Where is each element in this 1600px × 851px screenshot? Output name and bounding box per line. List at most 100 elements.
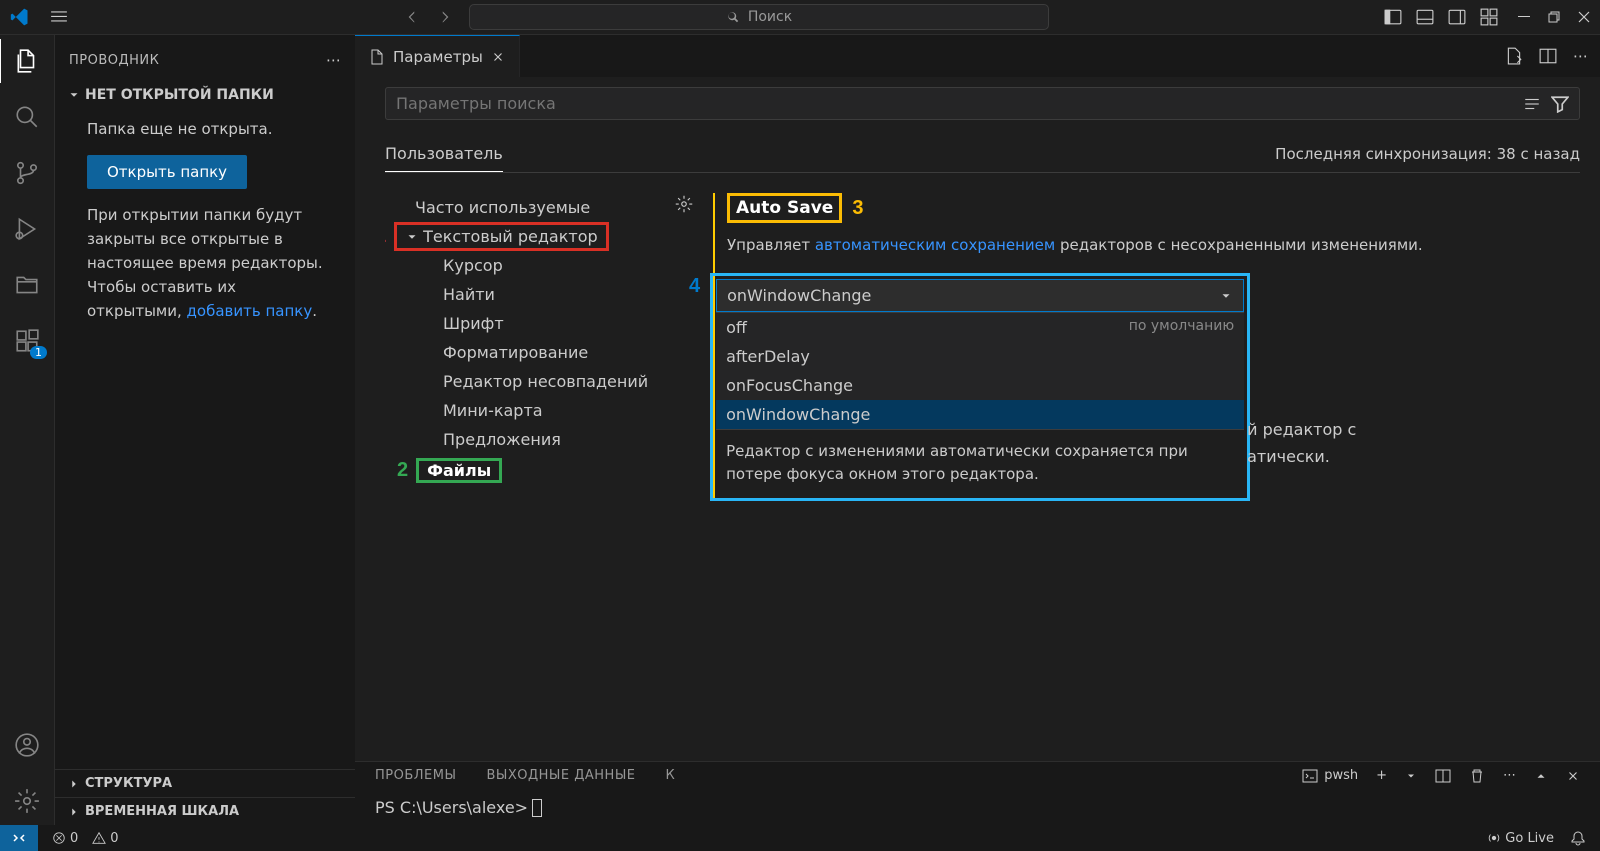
filter-icon[interactable]: [1551, 95, 1569, 113]
maximize-panel-icon[interactable]: [1534, 769, 1548, 783]
chevron-right-icon: [67, 777, 81, 791]
explorer-activity[interactable]: [13, 47, 41, 75]
settings-activity[interactable]: [13, 787, 41, 815]
account-icon: [14, 732, 40, 758]
tree-text-editor[interactable]: Текстовый редактор: [394, 222, 609, 251]
run-debug-activity[interactable]: [13, 215, 41, 243]
chevron-right-icon: [67, 805, 81, 819]
go-live-button[interactable]: Go Live: [1487, 831, 1554, 846]
settings-tab[interactable]: Параметры: [355, 35, 520, 77]
minimize-icon[interactable]: [1518, 11, 1530, 23]
panel-problems-tab[interactable]: ПРОБЛЕМЫ: [375, 768, 456, 783]
panel-output-tab[interactable]: ВЫХОДНЫЕ ДАННЫЕ: [486, 768, 635, 783]
dropdown-hint: Редактор с изменениями автоматически сох…: [716, 429, 1244, 495]
sidebar-more-icon[interactable]: ⋯: [326, 51, 341, 69]
close-panel-icon[interactable]: [1566, 769, 1580, 783]
close-tab-icon[interactable]: [491, 50, 505, 64]
hamburger-menu-icon[interactable]: [50, 8, 68, 26]
open-changes-icon[interactable]: [1505, 47, 1523, 65]
folder-icon: [14, 272, 40, 298]
dropdown-list: off по умолчанию afterDelay onFocusChang…: [716, 312, 1244, 429]
option-off[interactable]: off по умолчанию: [716, 313, 1244, 342]
auto-save-dropdown[interactable]: onWindowChange: [716, 279, 1244, 312]
extensions-activity[interactable]: 1: [13, 327, 41, 355]
tree-find[interactable]: Найти: [415, 280, 715, 309]
vscode-logo-icon: [10, 7, 30, 27]
tree-cursor[interactable]: Курсор: [415, 251, 715, 280]
tree-diff-editor[interactable]: Редактор несовпадений: [415, 367, 715, 396]
tree-font[interactable]: Шрифт: [415, 309, 715, 338]
annotation-3: 3: [852, 197, 863, 220]
settings-tree: Часто используемые 1 Текстовый редактор …: [385, 193, 715, 761]
explorer-sidebar: ПРОВОДНИК ⋯ НЕТ ОТКРЫТОЙ ПАПКИ Папка еще…: [55, 35, 355, 825]
new-terminal-icon[interactable]: +: [1376, 768, 1387, 783]
remote-button[interactable]: [0, 825, 38, 851]
auto-save-link[interactable]: автоматическим сохранением: [815, 236, 1055, 254]
setting-gear-icon[interactable]: [675, 195, 693, 213]
search-placeholder-text: Поиск: [748, 9, 792, 25]
nav-forward-icon[interactable]: [436, 8, 454, 26]
maximize-icon[interactable]: [1548, 11, 1560, 23]
terminal-icon: [1302, 768, 1318, 784]
nav-back-icon[interactable]: [403, 8, 421, 26]
split-terminal-icon[interactable]: [1435, 768, 1451, 784]
tree-formatting[interactable]: Форматирование: [415, 338, 715, 367]
panel-more-icon[interactable]: ⋯: [1503, 768, 1516, 783]
annotation-2: 2: [397, 459, 408, 482]
files-icon: [14, 48, 40, 74]
tree-minimap[interactable]: Мини-карта: [415, 396, 715, 425]
remote-icon: [11, 830, 27, 846]
layout-panel-left-icon[interactable]: [1384, 8, 1402, 26]
split-editor-icon[interactable]: [1539, 47, 1557, 65]
sidebar-title: ПРОВОДНИК: [69, 53, 159, 68]
add-folder-link[interactable]: добавить папку: [187, 302, 313, 320]
clear-search-icon[interactable]: [1523, 95, 1541, 113]
folder-hint-text: При открытии папки будут закрыты все отк…: [87, 203, 323, 323]
source-control-activity[interactable]: [13, 159, 41, 187]
option-afterdelay[interactable]: afterDelay: [716, 342, 1244, 371]
notifications-icon[interactable]: [1570, 830, 1586, 846]
close-icon[interactable]: [1578, 11, 1590, 23]
layout-customize-icon[interactable]: [1480, 8, 1498, 26]
search-activity[interactable]: [13, 103, 41, 131]
layout-panel-right-icon[interactable]: [1448, 8, 1466, 26]
tree-files[interactable]: Файлы: [416, 458, 502, 483]
extensions-badge: 1: [30, 346, 47, 359]
trash-icon[interactable]: [1469, 768, 1485, 784]
user-scope-tab[interactable]: Пользователь: [385, 136, 503, 172]
chevron-down-icon[interactable]: [1405, 770, 1417, 782]
bottom-panel: ПРОБЛЕМЫ ВЫХОДНЫЕ ДАННЫЕ К pwsh + ⋯: [355, 761, 1600, 826]
search-icon: [726, 10, 740, 24]
tab-more-icon[interactable]: ⋯: [1573, 47, 1588, 65]
folder-activity[interactable]: [13, 271, 41, 299]
panel-console-tab[interactable]: К: [666, 768, 676, 783]
accounts-activity[interactable]: [13, 731, 41, 759]
errors-count[interactable]: 0: [52, 831, 78, 846]
timeline-section[interactable]: ВРЕМЕННАЯ ШКАЛА: [55, 797, 355, 825]
settings-search-box[interactable]: [385, 87, 1580, 120]
truncated-bg-text: й редактор с атически.: [1247, 416, 1427, 470]
warnings-count[interactable]: 0: [92, 831, 118, 846]
settings-search-input[interactable]: [396, 94, 1523, 113]
global-search-box[interactable]: Поиск: [469, 4, 1049, 30]
no-folder-section-header[interactable]: НЕТ ОТКРЫТОЙ ПАПКИ: [67, 81, 343, 109]
outline-section[interactable]: СТРУКТУРА: [55, 769, 355, 797]
tree-suggestions[interactable]: Предложения: [415, 425, 715, 454]
activity-bar: 1: [0, 35, 55, 825]
title-bar: Поиск: [0, 0, 1600, 35]
play-bug-icon: [14, 216, 40, 242]
editor-area: Параметры ⋯ Пользователь Последняя синхр…: [355, 35, 1600, 825]
layout-panel-bottom-icon[interactable]: [1416, 8, 1434, 26]
broadcast-icon: [1487, 831, 1501, 845]
status-bar: 0 0 Go Live: [0, 825, 1600, 851]
annotation-1: 1: [385, 225, 386, 248]
terminal-shell-label[interactable]: pwsh: [1302, 768, 1358, 784]
open-folder-button[interactable]: Открыть папку: [87, 155, 247, 189]
terminal-content[interactable]: PS C:\Users\alexe>: [355, 790, 1600, 826]
annotation-4: 4: [689, 275, 700, 298]
option-onfocuschange[interactable]: onFocusChange: [716, 371, 1244, 400]
tree-frequently-used[interactable]: Часто используемые: [415, 193, 715, 222]
option-onwindowchange[interactable]: onWindowChange: [716, 400, 1244, 429]
auto-save-dropdown-wrap: onWindowChange off по умолчанию afterDel…: [710, 273, 1250, 501]
chevron-down-icon: [67, 88, 81, 102]
